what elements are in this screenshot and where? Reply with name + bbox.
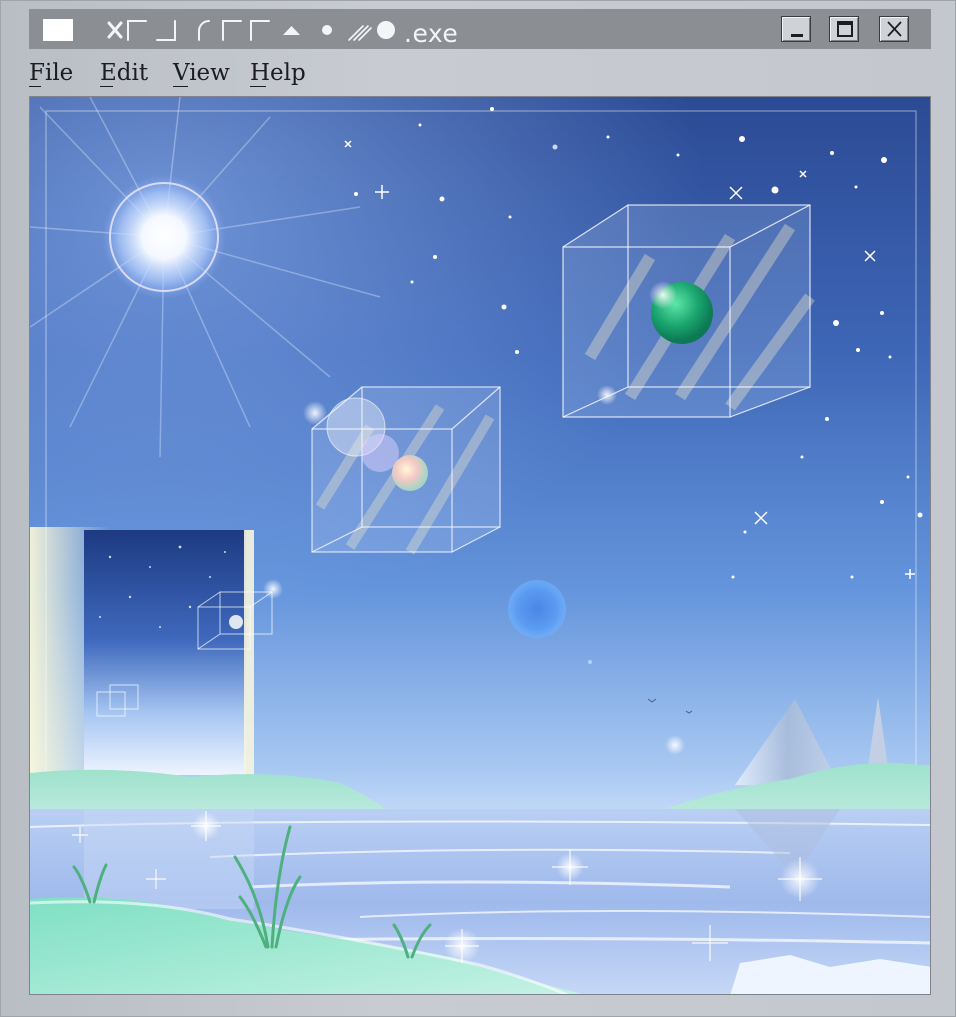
dot-icon	[322, 25, 332, 35]
mnemonic-underline	[29, 86, 41, 87]
mnemonic-underline	[100, 86, 113, 87]
sun	[102, 175, 226, 299]
mnemonic-underline	[250, 86, 266, 87]
triangle-icon	[283, 26, 300, 35]
corner-icon	[156, 20, 176, 41]
menu-edit-label: Edit	[100, 60, 149, 86]
corner-icon	[222, 20, 242, 41]
close-button[interactable]	[879, 16, 909, 42]
x-icon	[107, 21, 123, 39]
maximize-icon	[837, 21, 853, 37]
title-glyph-strip	[107, 20, 395, 41]
menu-help-label: Help	[250, 60, 306, 86]
menu-file[interactable]: File	[29, 57, 73, 89]
menu-help[interactable]: Help	[250, 57, 306, 89]
window-title: .exe	[404, 19, 459, 48]
title-bar[interactable]: .exe	[29, 9, 931, 49]
menu-view-label: View	[173, 60, 230, 86]
maximize-button[interactable]	[829, 16, 859, 42]
arc-icon	[198, 20, 210, 41]
crystal-cube-medium	[303, 386, 501, 555]
corner-icon	[250, 20, 270, 41]
menu-edit[interactable]: Edit	[100, 57, 148, 89]
app-window: .exe File Edit View Help	[0, 0, 956, 1017]
scene-illustration	[30, 97, 930, 994]
minimize-icon	[791, 34, 803, 37]
blue-orb	[508, 580, 566, 638]
pearl-sphere	[392, 455, 428, 491]
artwork-canvas[interactable]	[29, 96, 931, 995]
mnemonic-underline	[173, 86, 188, 87]
monolith	[84, 530, 283, 775]
corner-icon	[127, 20, 147, 41]
close-icon	[887, 21, 902, 37]
menu-view[interactable]: View	[173, 57, 230, 89]
monolith-reflection	[84, 809, 254, 909]
app-icon[interactable]	[43, 19, 73, 41]
slash-icon	[348, 25, 372, 41]
crystal-cube-large	[562, 204, 815, 418]
minimize-button[interactable]	[781, 16, 811, 42]
menu-file-label: File	[29, 60, 74, 86]
circle-icon	[377, 21, 395, 39]
menu-bar: File Edit View Help	[29, 57, 931, 89]
